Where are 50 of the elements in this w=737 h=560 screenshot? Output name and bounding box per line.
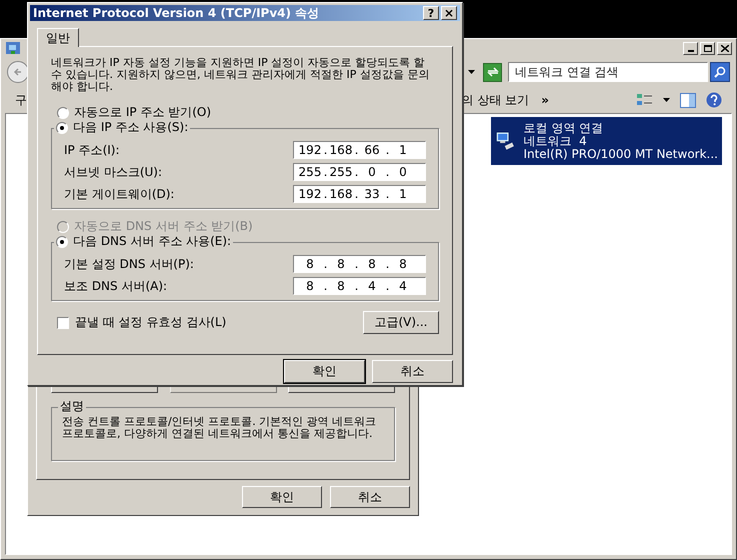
adapter-name: Intel(R) PRO/1000 MT Network...	[523, 148, 718, 160]
help-button[interactable]: ?	[423, 6, 439, 20]
connection-name: 로컬 영역 연결	[523, 122, 604, 134]
close-icon[interactable]	[717, 42, 732, 54]
refresh-icon[interactable]	[483, 62, 502, 82]
dialog-button[interactable]: 확인	[284, 360, 365, 383]
field-label: 서브넷 마스크(U):	[64, 164, 162, 180]
help-icon[interactable]	[706, 92, 722, 108]
view-icon[interactable]	[637, 93, 653, 107]
network-folder-icon	[5, 40, 21, 56]
dialog-button[interactable]: 취소	[372, 360, 453, 383]
maximize-icon[interactable]	[700, 42, 715, 54]
dialog-button[interactable]: 취소	[330, 486, 410, 508]
search-icon	[714, 66, 726, 78]
ip-address-field[interactable]: 255 . 255 . 0 . 0	[293, 163, 426, 181]
search-button[interactable]	[710, 62, 730, 82]
radio-option[interactable]: 다음 DNS 서버 주소 사용(E):	[54, 234, 234, 249]
radio-option[interactable]: 다음 IP 주소 사용(S):	[54, 120, 190, 135]
ip-address-field[interactable]: 8 . 8 . 8 . 8	[293, 255, 426, 273]
ip-address-field[interactable]: 8 . 8 . 4 . 4	[293, 277, 426, 295]
intro-text: 네트워크가 IP 자동 설정 기능을 지원하면 IP 설정이 자동으로 할당되도록 할 수 있습니다. 지원하지 않으면, 네트워크 관리자에게 적절한 IP 설정값을 문의해야 합니다.	[51, 57, 430, 93]
checkbox-option[interactable]: 끝낼 때 설정 유효성 검사(L)	[57, 315, 226, 330]
checkbox[interactable]	[57, 316, 69, 328]
search-field[interactable]: 네트워크 연결 검색	[508, 62, 708, 82]
radio-button[interactable]	[57, 106, 69, 118]
group-label: 설명	[58, 399, 86, 414]
minimize-icon[interactable]	[683, 42, 698, 54]
toolbar-item[interactable]: 구	[15, 92, 27, 108]
preview-pane-icon[interactable]	[680, 92, 696, 108]
dropdown-icon[interactable]	[468, 70, 475, 74]
radio-button[interactable]	[56, 236, 68, 248]
field-label: 기본 설정 DNS 서버(P):	[64, 256, 194, 272]
window-title: Internet Protocol Version 4 (TCP/IPv4) 속성	[33, 6, 320, 20]
field-label: 기본 게이트웨이(D):	[64, 186, 174, 202]
ip-address-field[interactable]: 192 . 168 . 33 . 1	[293, 185, 426, 203]
description-text: 전송 컨트롤 프로토콜/인터넷 프로토콜. 기본적인 광역 네트워크 프로토콜로, 다양하게 연결된 네트워크에서 통신을 제공합니다.	[62, 416, 378, 440]
back-button[interactable]	[7, 61, 29, 83]
arrow-left-icon	[13, 67, 23, 77]
network-name: 네트워크 4	[523, 134, 588, 148]
dialog-button[interactable]: 확인	[242, 486, 322, 508]
field-label: IP 주소(I):	[64, 142, 120, 158]
close-button[interactable]: ×	[441, 6, 457, 20]
radio-button[interactable]	[56, 122, 68, 134]
connection-item[interactable]: 로컬 영역 연결 네트워크 4 Intel(R) PRO/1000 MT Network...	[491, 117, 722, 165]
more-button[interactable]: »	[541, 92, 549, 108]
ip-address-field[interactable]: 192 . 168 . 66 . 1	[293, 141, 426, 159]
field-label: 보조 DNS 서버(A):	[64, 278, 168, 294]
advanced-button[interactable]: 고급(V)...	[363, 311, 439, 334]
dropdown-icon[interactable]	[663, 98, 670, 102]
tab[interactable]: 일반	[37, 28, 79, 47]
